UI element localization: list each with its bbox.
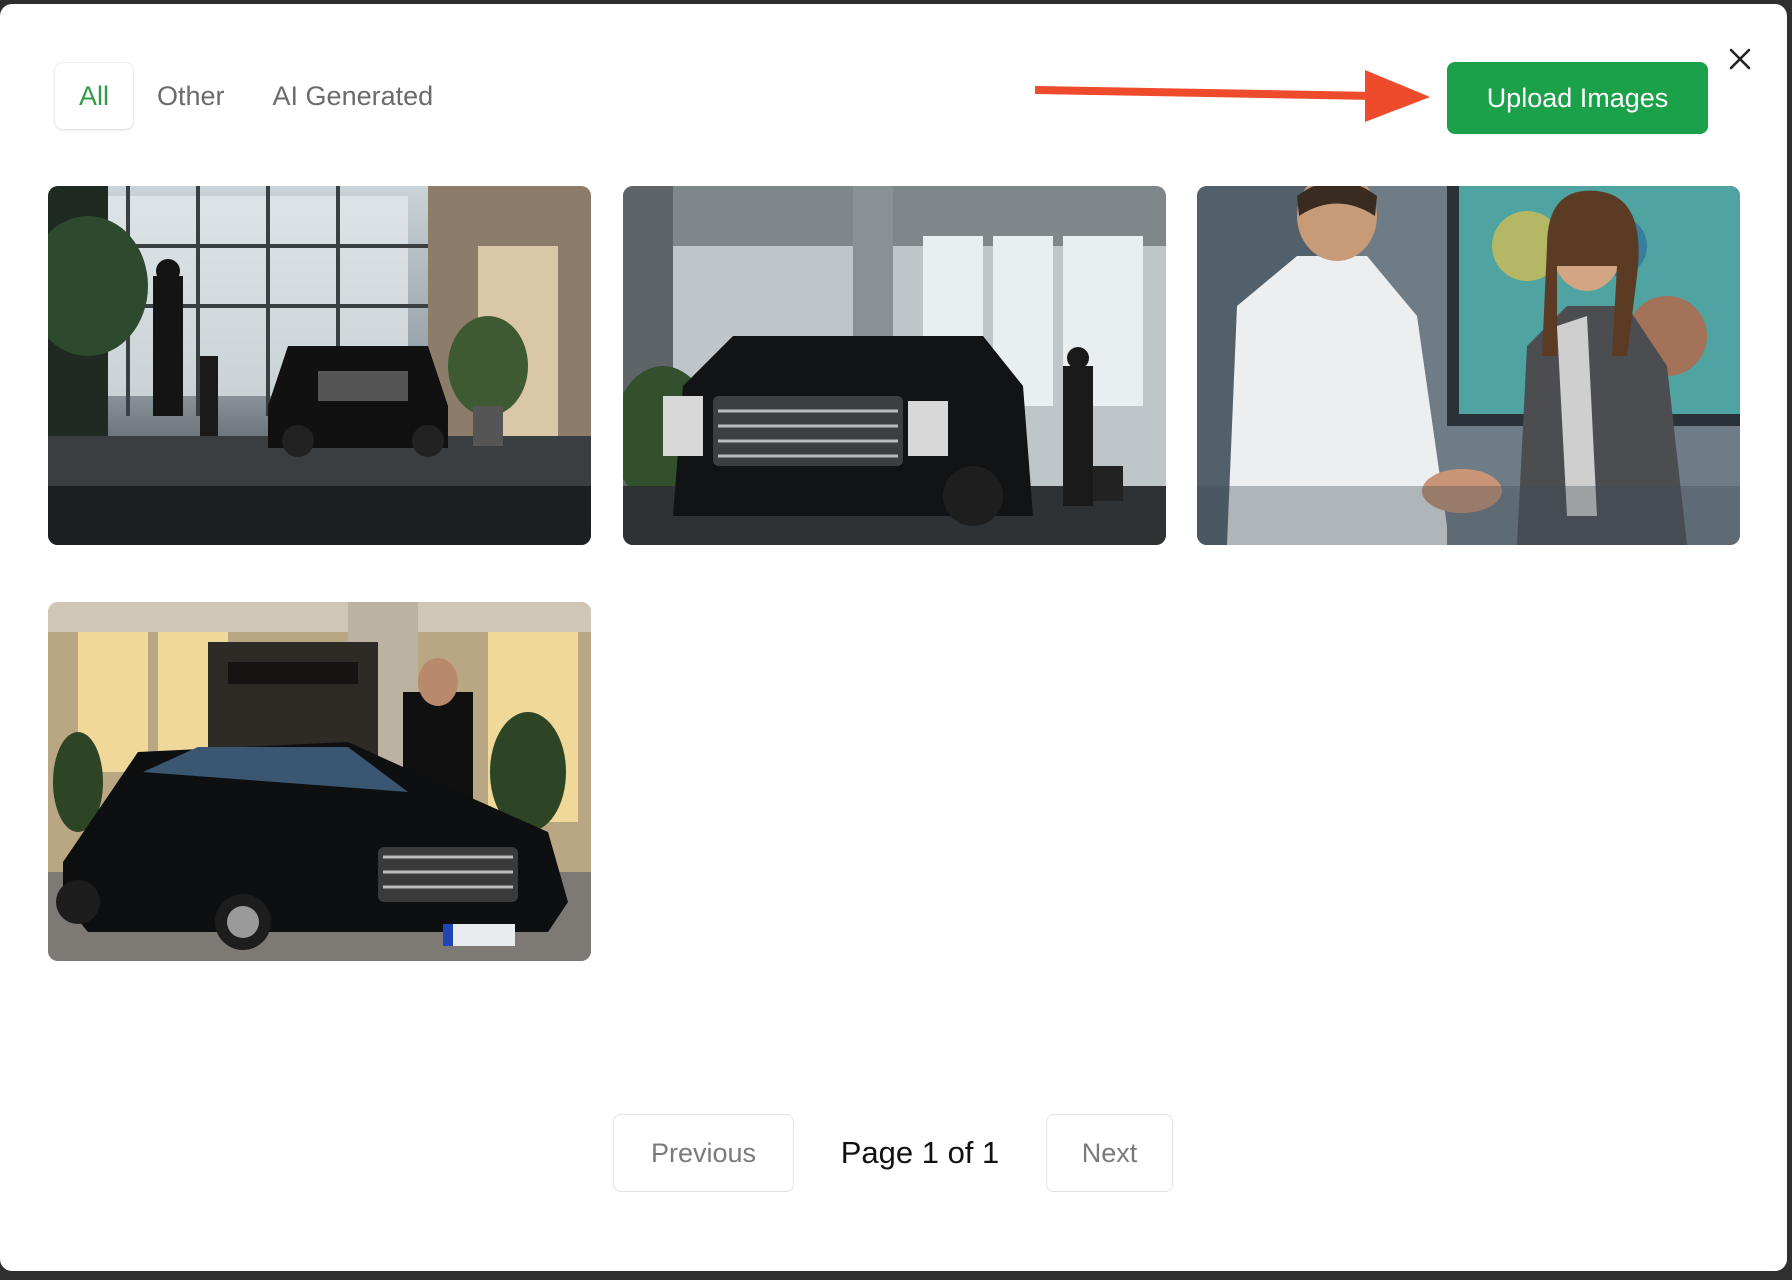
tab-other[interactable]: Other — [133, 63, 249, 129]
next-button[interactable]: Next — [1046, 1114, 1173, 1192]
previous-button[interactable]: Previous — [613, 1114, 794, 1192]
pagination: Previous Page 1 of 1 Next — [0, 1114, 1787, 1194]
arrow-right-icon — [1035, 70, 1430, 122]
tab-bar: All Other AI Generated — [55, 63, 457, 129]
upload-images-button[interactable]: Upload Images — [1447, 62, 1708, 134]
image-library-modal: All Other AI Generated Upload Images Pre… — [0, 4, 1787, 1271]
tab-ai-generated[interactable]: AI Generated — [249, 63, 458, 129]
close-icon — [1729, 48, 1751, 70]
image-handshake[interactable] — [1197, 186, 1740, 545]
image-suv-lobby[interactable] — [623, 186, 1166, 545]
tab-all[interactable]: All — [55, 63, 134, 129]
image-sedan-entrance[interactable] — [48, 602, 591, 961]
close-button[interactable] — [1723, 42, 1757, 76]
image-car-lobby[interactable] — [48, 186, 591, 545]
page-indicator: Page 1 of 1 — [840, 1135, 1000, 1170]
